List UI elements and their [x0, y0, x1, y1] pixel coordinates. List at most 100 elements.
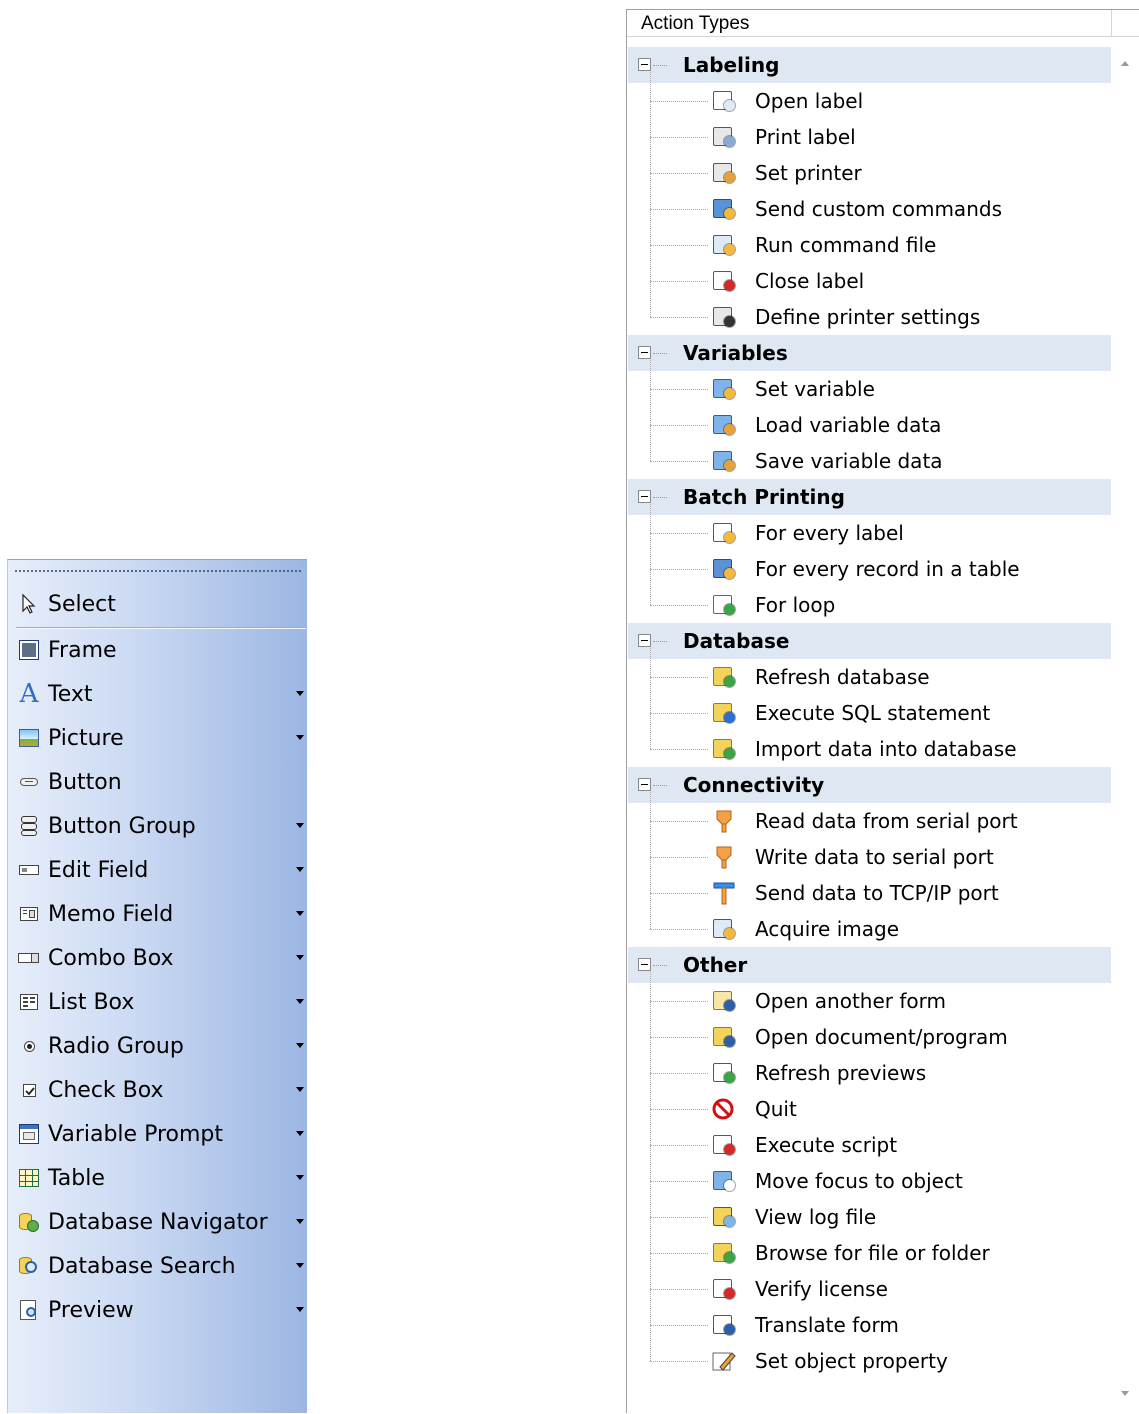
tool-button-group[interactable]: Button Group	[8, 804, 308, 848]
action-refresh-previews[interactable]: Refresh previews	[627, 1055, 1107, 1091]
category-connectivity[interactable]: Connectivity	[628, 767, 1111, 803]
action-label: Load variable data	[755, 413, 942, 437]
action-translate-form[interactable]: Translate form	[627, 1307, 1107, 1343]
category-other[interactable]: Other	[628, 947, 1111, 983]
action-label: Translate form	[755, 1313, 899, 1337]
dropdown-arrow-icon[interactable]	[296, 1263, 304, 1268]
dropdown-arrow-icon[interactable]	[296, 999, 304, 1004]
tool-database-search[interactable]: Database Search	[8, 1244, 308, 1288]
action-for-loop[interactable]: For loop	[627, 587, 1107, 623]
tool-frame[interactable]: Frame	[8, 628, 308, 672]
column-header[interactable]: Action Types	[627, 10, 1139, 37]
action-import-data-into-database[interactable]: Import data into database	[627, 731, 1107, 767]
action-label: Verify license	[755, 1277, 888, 1301]
dropdown-arrow-icon[interactable]	[296, 1043, 304, 1048]
action-send-data-to-tcp-ip-port[interactable]: Send data to TCP/IP port	[627, 875, 1107, 911]
dropdown-arrow-icon[interactable]	[296, 1219, 304, 1224]
category-batch-printing[interactable]: Batch Printing	[628, 479, 1111, 515]
tool-label: Variable Prompt	[48, 1121, 223, 1147]
tool-label: Text	[48, 681, 93, 707]
action-save-variable-data[interactable]: Save variable data	[627, 443, 1107, 479]
tool-list-box[interactable]: List Box	[8, 980, 308, 1024]
collapse-toggle-icon[interactable]	[638, 58, 651, 71]
category-label: Database	[683, 629, 790, 653]
for-every-label-icon	[710, 520, 738, 546]
tool-memo-field[interactable]: Memo Field	[8, 892, 308, 936]
collapse-toggle-icon[interactable]	[638, 778, 651, 791]
scroll-down-arrow-icon[interactable]	[1121, 1391, 1129, 1396]
category-label: Labeling	[683, 53, 780, 77]
toolbox-panel: Select Frame A Text Picture Button Button Grou…	[7, 559, 307, 1413]
action-view-log-file[interactable]: View log file	[627, 1199, 1107, 1235]
action-for-every-label[interactable]: For every label	[627, 515, 1107, 551]
tool-edit-field[interactable]: Edit Field	[8, 848, 308, 892]
action-open-another-form[interactable]: Open another form	[627, 983, 1107, 1019]
set-object-property-icon	[710, 1348, 738, 1374]
action-refresh-database[interactable]: Refresh database	[627, 659, 1107, 695]
action-execute-script[interactable]: Execute script	[627, 1127, 1107, 1163]
action-acquire-image[interactable]: Acquire image	[627, 911, 1107, 947]
dropdown-arrow-icon[interactable]	[296, 1131, 304, 1136]
collapse-toggle-icon[interactable]	[638, 958, 651, 971]
tool-variable-prompt[interactable]: Variable Prompt	[8, 1112, 308, 1156]
tool-radio-group[interactable]: Radio Group	[8, 1024, 308, 1068]
dropdown-arrow-icon[interactable]	[296, 735, 304, 740]
action-execute-sql-statement[interactable]: Execute SQL statement	[627, 695, 1107, 731]
action-open-label[interactable]: Open label	[627, 83, 1107, 119]
category-database[interactable]: Database	[628, 623, 1111, 659]
vertical-scrollbar[interactable]	[1112, 37, 1139, 1414]
category-variables[interactable]: Variables	[628, 335, 1111, 371]
action-set-variable[interactable]: Set variable	[627, 371, 1107, 407]
dropdown-arrow-icon[interactable]	[296, 1175, 304, 1180]
action-write-data-to-serial-port[interactable]: Write data to serial port	[627, 839, 1107, 875]
action-run-command-file[interactable]: Run command file	[627, 227, 1107, 263]
action-load-variable-data[interactable]: Load variable data	[627, 407, 1107, 443]
scroll-up-arrow-icon[interactable]	[1121, 61, 1129, 66]
action-label: Run command file	[755, 233, 937, 257]
tool-check-box[interactable]: Check Box	[8, 1068, 308, 1112]
collapse-toggle-icon[interactable]	[638, 634, 651, 647]
action-print-label[interactable]: Print label	[627, 119, 1107, 155]
dropdown-arrow-icon[interactable]	[296, 1087, 304, 1092]
variable-prompt-icon	[18, 1123, 40, 1145]
action-set-printer[interactable]: Set printer	[627, 155, 1107, 191]
dropdown-arrow-icon[interactable]	[296, 955, 304, 960]
action-open-document-program[interactable]: Open document/program	[627, 1019, 1107, 1055]
tool-picture[interactable]: Picture	[8, 716, 308, 760]
dropdown-arrow-icon[interactable]	[296, 911, 304, 916]
action-verify-license[interactable]: Verify license	[627, 1271, 1107, 1307]
acquire-image-icon	[710, 916, 738, 942]
run-command-file-icon	[710, 232, 738, 258]
action-label: View log file	[755, 1205, 877, 1229]
define-printer-settings-icon	[710, 304, 738, 330]
toolbar-grip[interactable]	[14, 563, 301, 575]
action-label: Open another form	[755, 989, 946, 1013]
action-close-label[interactable]: Close label	[627, 263, 1107, 299]
dropdown-arrow-icon[interactable]	[296, 823, 304, 828]
action-send-custom-commands[interactable]: Send custom commands	[627, 191, 1107, 227]
dropdown-arrow-icon[interactable]	[296, 1307, 304, 1312]
tool-combo-box[interactable]: Combo Box	[8, 936, 308, 980]
tool-text[interactable]: A Text	[8, 672, 308, 716]
action-browse-for-file-or-folder[interactable]: Browse for file or folder	[627, 1235, 1107, 1271]
category-labeling[interactable]: Labeling	[628, 47, 1111, 83]
picture-icon	[18, 727, 40, 749]
dropdown-arrow-icon[interactable]	[296, 691, 304, 696]
action-set-object-property[interactable]: Set object property	[627, 1343, 1107, 1379]
tool-button[interactable]: Button	[8, 760, 308, 804]
action-read-data-from-serial-port[interactable]: Read data from serial port	[627, 803, 1107, 839]
action-move-focus-to-object[interactable]: Move focus to object	[627, 1163, 1107, 1199]
action-define-printer-settings[interactable]: Define printer settings	[627, 299, 1107, 335]
action-for-every-record-in-a-table[interactable]: For every record in a table	[627, 551, 1107, 587]
tool-database-navigator[interactable]: Database Navigator	[8, 1200, 308, 1244]
tool-select[interactable]: Select	[8, 582, 308, 626]
collapse-toggle-icon[interactable]	[638, 490, 651, 503]
tool-preview[interactable]: Preview	[8, 1288, 308, 1332]
tool-label: Combo Box	[48, 945, 174, 971]
action-quit[interactable]: Quit	[627, 1091, 1107, 1127]
dropdown-arrow-icon[interactable]	[296, 867, 304, 872]
tool-table[interactable]: Table	[8, 1156, 308, 1200]
cursor-arrow-icon	[18, 593, 40, 615]
combo-box-icon	[18, 947, 40, 969]
collapse-toggle-icon[interactable]	[638, 346, 651, 359]
